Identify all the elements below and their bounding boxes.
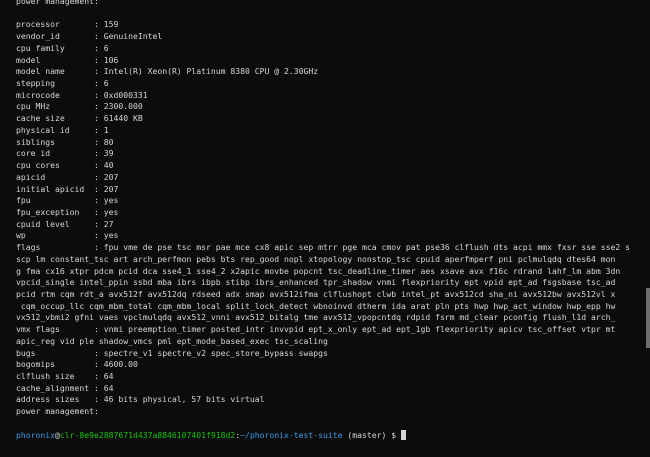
field-key: bogomips [16, 359, 94, 370]
cpuinfo-field: cpu cores : 40 [16, 160, 114, 171]
cpuinfo-field: vendor_id : GenuineIntel [16, 31, 163, 42]
field-value: yes [103, 206, 119, 217]
cpuinfo-field: model : 106 [16, 54, 119, 65]
field-value: 4600.00 [103, 359, 138, 370]
field-value: vnmi preemption_timer posted_intr invvpi… [103, 324, 616, 335]
flags-line: cqm_occup_llc cqm_mbm_total cqm_mbm_loca… [16, 300, 616, 311]
field-value: fpu vme de pse tsc msr pae mce cx8 apic … [103, 242, 630, 253]
field-value: 64 [103, 382, 114, 393]
field-value: 0xd000331 [103, 89, 148, 100]
terminal-output[interactable]: power management: processor : 159 vendor_… [16, 0, 650, 441]
cpuinfo-field: cpu family : 6 [16, 42, 109, 53]
field-value: 46 bits physical, 57 bits virtual [103, 394, 265, 405]
field-key: processor [16, 19, 94, 30]
field-key: cache size [16, 113, 94, 124]
field-key: siblings [16, 136, 94, 147]
prompt-user: phoronix [16, 429, 55, 440]
shell-prompt: phoronix@clr-8e9e2887671d437a8846107401f… [16, 429, 650, 442]
vmx-flags-line: vmx flags : vnmi preemption_timer posted… [16, 324, 616, 335]
field-key: fpu_exception [16, 206, 94, 217]
field-value: 6 [103, 42, 109, 53]
cpuinfo-field: initial apicid : 207 [16, 183, 119, 194]
vmx-flags-line: apic_reg vid ple shadow_vmcs pml ept_mod… [16, 335, 328, 346]
field-value: 1 [103, 124, 109, 135]
field-key: flags [16, 242, 94, 253]
power-management-line: power management: [16, 0, 99, 6]
field-key: initial apicid [16, 183, 94, 194]
field-key: cpu cores [16, 160, 94, 171]
scrollbar-thumb[interactable] [646, 288, 650, 348]
field-key: cpu MHz [16, 101, 94, 112]
cpuinfo-field: cache_alignment : 64 [16, 382, 114, 393]
field-key: fpu [16, 195, 94, 206]
field-key: vmx flags [16, 324, 94, 335]
field-key: core id [16, 148, 94, 159]
field-value: spectre_v1 spectre_v2 spec_store_bypass … [103, 347, 328, 358]
cpuinfo-field: cpu MHz : 2300.000 [16, 101, 143, 112]
field-value: 6 [103, 78, 109, 89]
field-key: vendor_id [16, 31, 94, 42]
field-value: yes [103, 195, 119, 206]
field-key: wp [16, 230, 94, 241]
prompt-host: clr-8e9e2887671d437a8846107401f918d2 [59, 429, 236, 440]
field-key: address sizes [16, 394, 94, 405]
field-key: clflush size [16, 371, 94, 381]
flags-line: vx512_vbmi2 gfni vaes vpclmulqdq avx512_… [16, 312, 616, 323]
field-key: cpuid level [16, 218, 94, 229]
cpuinfo-field: wp : yes [16, 230, 119, 241]
cpuinfo-field: bogomips : 4600.00 [16, 359, 138, 370]
scrollbar[interactable] [646, 0, 650, 457]
cpuinfo-field: stepping : 6 [16, 78, 109, 89]
flags-line: vpcid_single intel_ppin ssbd mba ibrs ib… [16, 277, 616, 288]
field-key: model name [16, 66, 94, 77]
cpuinfo-field: core id : 39 [16, 148, 114, 159]
field-value: 40 [103, 160, 114, 171]
field-key: stepping [16, 78, 94, 89]
cpuinfo-field: microcode : 0xd000331 [16, 89, 148, 100]
cpuinfo-field: cache size : 61440 KB [16, 113, 143, 124]
power-management-line: power management: [16, 406, 99, 417]
field-value: 207 [103, 183, 119, 194]
prompt-path: ~/phoronix-test-suite [240, 429, 343, 440]
terminal-window[interactable]: power management: processor : 159 vendor_… [0, 0, 650, 457]
field-key: physical id [16, 124, 94, 135]
cpuinfo-field: fpu : yes [16, 195, 119, 206]
cpuinfo-field: processor : 159 [16, 19, 119, 30]
field-key: bugs [16, 347, 94, 358]
prompt-branch: (master) $ [342, 429, 401, 440]
field-value: 27 [103, 218, 114, 229]
cpuinfo-field: siblings : 80 [16, 136, 114, 147]
field-value: 106 [103, 54, 119, 65]
flags-line: scp lm constant_tsc art arch_perfmon peb… [16, 253, 616, 264]
cpuinfo-field: fpu_exception : yes [16, 206, 119, 217]
field-key: apicid [16, 171, 94, 182]
field-key: cpu family [16, 42, 94, 53]
field-value: 64 [103, 371, 114, 381]
field-value: 159 [103, 19, 119, 30]
field-value: yes [103, 230, 119, 241]
cpuinfo-field: bugs : spectre_v1 spectre_v2 spec_store_… [16, 347, 328, 358]
field-value: 39 [103, 148, 114, 159]
cpuinfo-field: cpuid level : 27 [16, 218, 114, 229]
field-key: microcode [16, 89, 94, 100]
field-key: cache_alignment [16, 382, 94, 393]
field-value: 2300.000 [103, 101, 143, 112]
flags-line: flags : fpu vme de pse tsc msr pae mce c… [16, 242, 630, 253]
cpuinfo-field: apicid : 207 [16, 171, 119, 182]
cpuinfo-field: physical id : 1 [16, 124, 109, 135]
flags-line: g fma cx16 xtpr pdcm pcid dca sse4_1 sse… [16, 265, 621, 276]
field-value: Intel(R) Xeon(R) Platinum 8380 CPU @ 2.3… [103, 66, 319, 77]
cpuinfo-field: clflush size : 64 [16, 371, 114, 381]
field-key: model [16, 54, 94, 65]
cpuinfo-field: model name : Intel(R) Xeon(R) Platinum 8… [16, 66, 319, 77]
field-value: 207 [103, 171, 119, 182]
text-cursor [401, 429, 406, 440]
field-value: 80 [103, 136, 114, 147]
field-value: GenuineIntel [103, 31, 163, 42]
field-value: 61440 KB [103, 113, 143, 124]
flags-line: pcid rtm cqm rdt_a avx512f avx512dq rdse… [16, 288, 616, 299]
cpuinfo-field: address sizes : 46 bits physical, 57 bit… [16, 394, 265, 405]
